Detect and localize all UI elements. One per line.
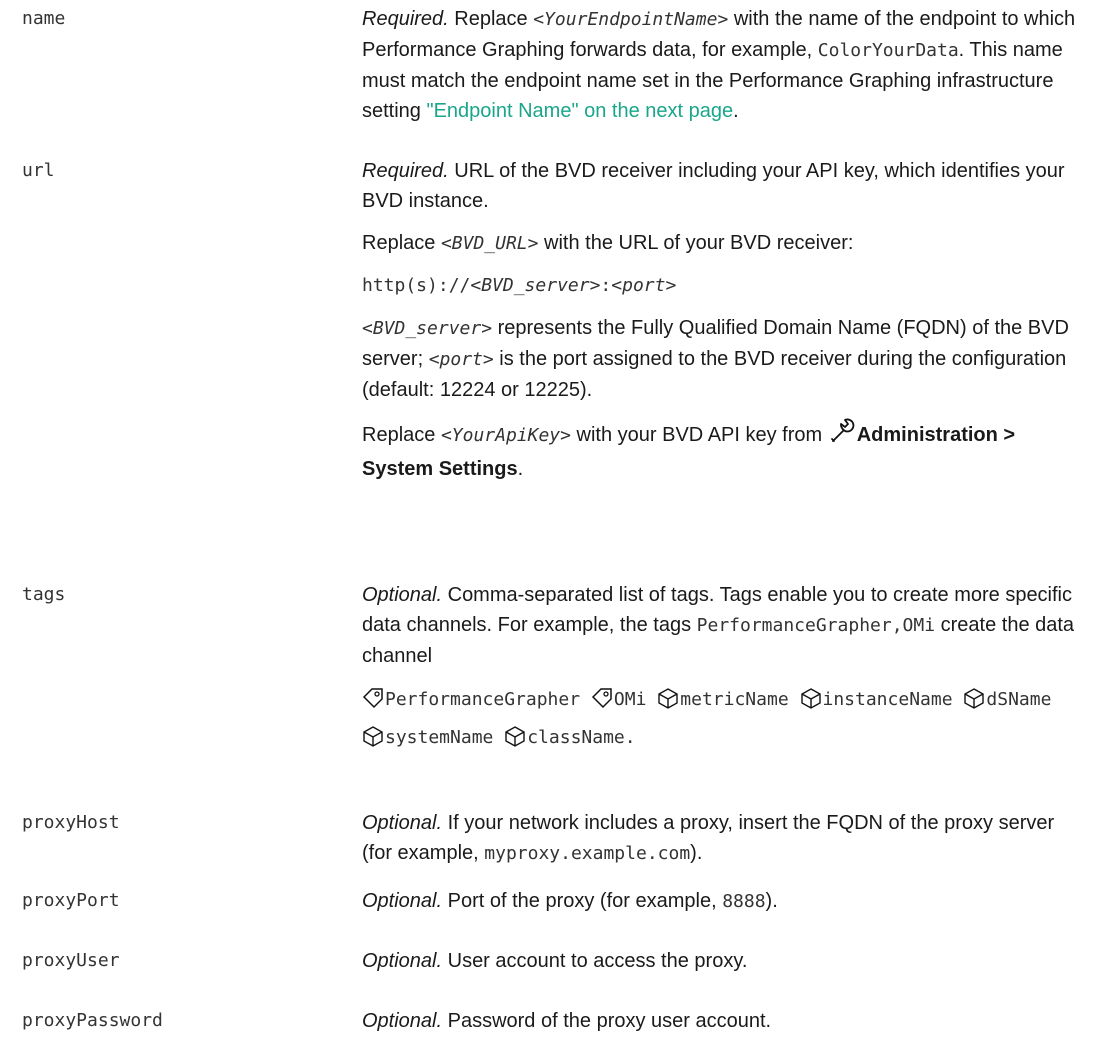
optional-label: Optional. [362, 890, 443, 912]
param-name-term: name [22, 8, 66, 29]
endpoint-name-link[interactable]: "Endpoint Name" on the next page [426, 100, 733, 122]
example-proxy-port: 8888 [722, 891, 766, 912]
example-endpoint-code: ColorYourData [817, 40, 959, 61]
wrench-icon [828, 417, 856, 454]
cube-icon [504, 725, 526, 759]
channel-tag: PerformanceGrapher [385, 689, 581, 710]
channel-dimension: dSName [986, 689, 1052, 710]
required-label: Required. [362, 160, 449, 182]
text: with your BVD API key from [570, 424, 828, 446]
param-name-description: Required. Replace <YourEndpointName> wit… [362, 4, 1082, 138]
param-url-description: Required. URL of the BVD receiver includ… [362, 156, 1082, 496]
param-tags-description: Optional. Comma-separated list of tags. … [362, 580, 1082, 771]
param-proxyuser-term: proxyUser [22, 950, 120, 971]
text: with the URL of your BVD receiver: [538, 232, 854, 254]
optional-label: Optional. [362, 1010, 443, 1032]
cube-icon [800, 687, 822, 721]
bvd-server-placeholder: <BVD_server> [362, 318, 493, 339]
url-format: http(s)://<BVD_server>:<port> [362, 271, 1082, 301]
tag-icon [591, 687, 613, 721]
text: ). [765, 890, 778, 912]
text: URL of the BVD receiver including your A… [362, 160, 1065, 212]
example-proxy-host: myproxy.example.com [484, 843, 691, 864]
param-proxyport-description: Optional. Port of the proxy (for example… [362, 886, 1082, 929]
required-label: Required. [362, 8, 449, 30]
param-proxypassword-description: Optional. Password of the proxy user acc… [362, 1006, 1082, 1048]
cube-icon [362, 725, 384, 759]
param-proxyport-term: proxyPort [22, 890, 120, 911]
text: . [517, 458, 524, 480]
endpoint-name-placeholder: <YourEndpointName> [533, 9, 729, 30]
text: If your network includes a proxy, insert… [362, 812, 1055, 864]
text: Replace [362, 232, 441, 254]
text: ). [690, 842, 703, 864]
channel-tag: OMi [613, 689, 647, 710]
text: Password of the proxy user account. [442, 1010, 772, 1032]
text: : [600, 275, 612, 296]
channel-dimension: systemName [385, 727, 494, 748]
optional-label: Optional. [362, 950, 443, 972]
channel-dimension: metricName [680, 689, 789, 710]
api-key-placeholder: <YourApiKey> [440, 425, 571, 446]
bvd-url-placeholder: <BVD_URL> [440, 233, 539, 254]
param-tags-term: tags [22, 584, 66, 605]
param-proxyhost-term: proxyHost [22, 812, 120, 833]
text: Replace [448, 8, 534, 30]
data-channel: PerformanceGrapher OMi metricName instan… [362, 683, 1082, 759]
example-tags-code: PerformanceGrapher,OMi [696, 615, 936, 636]
param-url-term: url [22, 160, 55, 181]
optional-label: Optional. [362, 584, 443, 606]
channel-dimension: className [527, 727, 625, 748]
param-proxyhost-description: Optional. If your network includes a pro… [362, 808, 1082, 881]
optional-label: Optional. [362, 812, 443, 834]
text: http(s):// [362, 275, 471, 296]
param-proxypassword-term: proxyPassword [22, 1010, 163, 1031]
text: User account to access the proxy. [442, 950, 748, 972]
bvd-server-placeholder: <BVD_server> [470, 275, 601, 296]
text: Port of the proxy (for example, [442, 890, 723, 912]
text: Replace [362, 424, 441, 446]
cube-icon [963, 687, 985, 721]
parameter-table: name Required. Replace <YourEndpointName… [0, 0, 1110, 1040]
cube-icon [657, 687, 679, 721]
port-placeholder: <port> [428, 349, 494, 370]
channel-dimension: instanceName [822, 689, 953, 710]
text: . [733, 100, 739, 122]
tag-icon [362, 687, 384, 721]
param-proxyuser-description: Optional. User account to access the pro… [362, 946, 1082, 988]
text: . [624, 727, 636, 748]
port-placeholder: <port> [611, 275, 677, 296]
